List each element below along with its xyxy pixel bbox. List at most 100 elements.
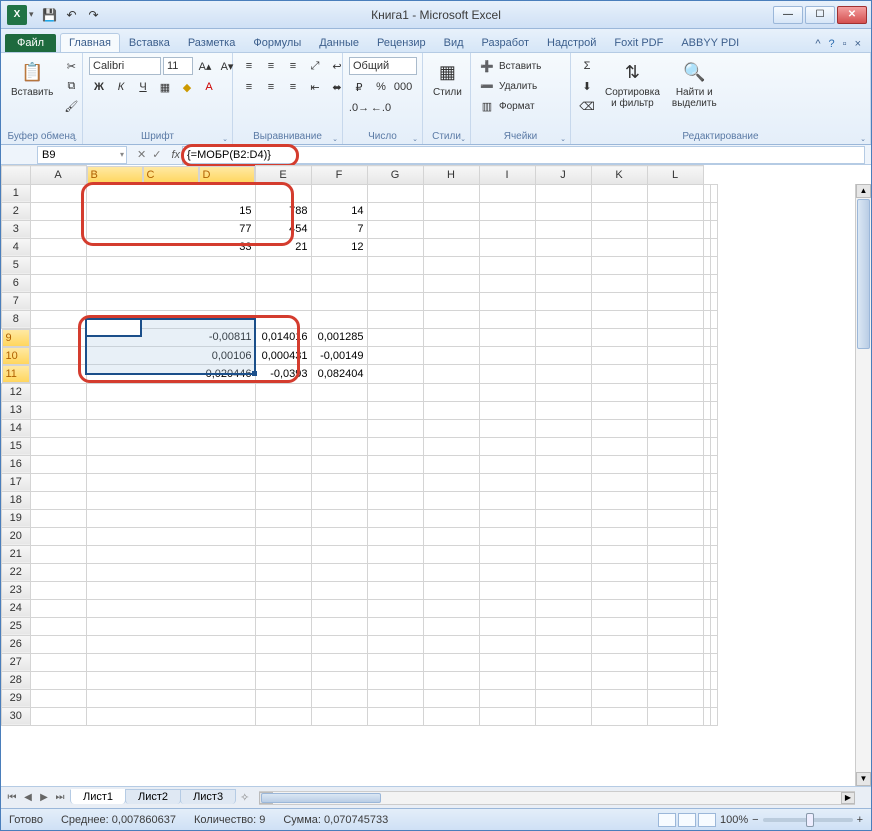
cell-I18[interactable]	[591, 491, 647, 509]
cell-C1[interactable]	[255, 184, 311, 202]
cell-F1[interactable]	[423, 184, 479, 202]
comma-icon[interactable]: 000	[393, 78, 413, 96]
cell-C2[interactable]: 788	[255, 202, 311, 220]
cell-L29[interactable]	[710, 689, 717, 707]
cell-D27[interactable]	[311, 653, 367, 671]
cell-L18[interactable]	[710, 491, 717, 509]
cell-C25[interactable]	[255, 617, 311, 635]
cell-A12[interactable]	[30, 383, 86, 401]
row-header-15[interactable]: 15	[2, 437, 31, 455]
cell-L20[interactable]	[710, 527, 717, 545]
cell-C27[interactable]	[255, 653, 311, 671]
cell-B21[interactable]	[86, 545, 255, 563]
cell-A25[interactable]	[30, 617, 86, 635]
row-header-30[interactable]: 30	[2, 707, 31, 725]
cell-K18[interactable]	[703, 491, 710, 509]
cell-B4[interactable]: 33	[86, 238, 255, 256]
tab-home[interactable]: Главная	[60, 33, 120, 52]
cell-F6[interactable]	[423, 274, 479, 292]
cell-H16[interactable]	[535, 455, 591, 473]
font-color-icon[interactable]: A	[199, 78, 219, 96]
vscroll-thumb[interactable]	[857, 199, 870, 349]
cell-K5[interactable]	[703, 256, 710, 274]
cell-K17[interactable]	[703, 473, 710, 491]
cell-L4[interactable]	[710, 238, 717, 256]
cell-L15[interactable]	[710, 437, 717, 455]
cell-G20[interactable]	[479, 527, 535, 545]
cell-E14[interactable]	[367, 419, 423, 437]
cell-I7[interactable]	[591, 292, 647, 310]
cell-C30[interactable]	[255, 707, 311, 725]
cell-K11[interactable]	[703, 365, 710, 384]
cell-C8[interactable]	[255, 310, 311, 328]
cell-D4[interactable]: 12	[311, 238, 367, 256]
cell-A30[interactable]	[30, 707, 86, 725]
cell-K12[interactable]	[703, 383, 710, 401]
zoom-slider[interactable]	[763, 818, 853, 822]
cell-D1[interactable]	[311, 184, 367, 202]
cell-J30[interactable]	[647, 707, 703, 725]
cell-D8[interactable]	[311, 310, 367, 328]
underline-button[interactable]: Ч	[133, 78, 153, 96]
cell-H25[interactable]	[535, 617, 591, 635]
cell-L28[interactable]	[710, 671, 717, 689]
sheet-nav-next-icon[interactable]: ▶	[37, 792, 51, 803]
cell-D7[interactable]	[311, 292, 367, 310]
cell-B30[interactable]	[86, 707, 255, 725]
row-header-21[interactable]: 21	[2, 545, 31, 563]
currency-icon[interactable]: ₽	[349, 78, 369, 96]
cell-J3[interactable]	[647, 220, 703, 238]
cell-G9[interactable]	[479, 328, 535, 347]
align-bottom-icon[interactable]: ≡	[283, 57, 303, 75]
cell-D19[interactable]	[311, 509, 367, 527]
cell-D13[interactable]	[311, 401, 367, 419]
cell-C21[interactable]	[255, 545, 311, 563]
cell-J21[interactable]	[647, 545, 703, 563]
cell-D30[interactable]	[311, 707, 367, 725]
row-header-8[interactable]: 8	[2, 310, 31, 328]
tab-review[interactable]: Рецензир	[368, 33, 435, 52]
cell-A21[interactable]	[30, 545, 86, 563]
cell-A13[interactable]	[30, 401, 86, 419]
cell-I6[interactable]	[591, 274, 647, 292]
align-middle-icon[interactable]: ≡	[261, 57, 281, 75]
cell-E9[interactable]	[367, 328, 423, 347]
format-painter-icon[interactable]: 🖌	[61, 97, 81, 115]
cell-B9[interactable]: -0,00811	[86, 328, 255, 347]
cell-I10[interactable]	[591, 347, 647, 365]
cell-K6[interactable]	[703, 274, 710, 292]
cell-I21[interactable]	[591, 545, 647, 563]
cell-L3[interactable]	[710, 220, 717, 238]
cell-B7[interactable]	[86, 292, 255, 310]
excel-icon[interactable]	[7, 5, 27, 25]
cell-G15[interactable]	[479, 437, 535, 455]
fill-color-icon[interactable]: ◆	[177, 78, 197, 96]
cell-C9[interactable]: 0,014016	[255, 328, 311, 347]
cell-A17[interactable]	[30, 473, 86, 491]
cell-J15[interactable]	[647, 437, 703, 455]
cell-E5[interactable]	[367, 256, 423, 274]
cell-E29[interactable]	[367, 689, 423, 707]
cell-A10[interactable]	[30, 347, 86, 365]
zoom-out-icon[interactable]: −	[752, 814, 758, 826]
cell-B26[interactable]	[86, 635, 255, 653]
maximize-button[interactable]: ☐	[805, 6, 835, 24]
cell-C16[interactable]	[255, 455, 311, 473]
col-header-L[interactable]: L	[647, 166, 703, 185]
cell-A2[interactable]	[30, 202, 86, 220]
row-header-13[interactable]: 13	[2, 401, 31, 419]
cell-G27[interactable]	[479, 653, 535, 671]
cell-C26[interactable]	[255, 635, 311, 653]
row-header-17[interactable]: 17	[2, 473, 31, 491]
cell-F20[interactable]	[423, 527, 479, 545]
cell-G16[interactable]	[479, 455, 535, 473]
cell-I17[interactable]	[591, 473, 647, 491]
cell-C23[interactable]	[255, 581, 311, 599]
tab-addins[interactable]: Надстрой	[538, 33, 605, 52]
cell-E7[interactable]	[367, 292, 423, 310]
cell-J10[interactable]	[647, 347, 703, 365]
cell-I11[interactable]	[591, 365, 647, 384]
row-header-9[interactable]: 9	[2, 329, 30, 347]
cell-L12[interactable]	[710, 383, 717, 401]
col-header-H[interactable]: H	[423, 166, 479, 185]
